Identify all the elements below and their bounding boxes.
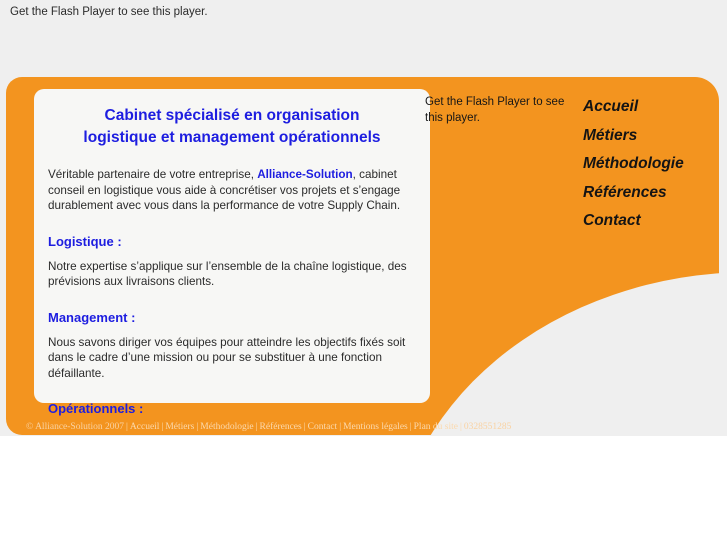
card-intro-paragraph: Véritable partenaire de votre entreprise…: [48, 167, 416, 214]
footer-link-accueil[interactable]: Accueil: [130, 422, 160, 432]
footer-link-mentions-legales[interactable]: Mentions légales: [343, 422, 408, 432]
footer-copyright: © Alliance-Solution 2007: [26, 422, 124, 432]
card-title-line-1: Cabinet spécialisé en organisation: [104, 107, 360, 124]
subheading-management: Management :: [48, 309, 136, 325]
footer-link-references[interactable]: Références: [260, 422, 302, 432]
flash-player-notice-mid: Get the Flash Player to see this player.: [425, 96, 565, 124]
footer-phone: 0328551285: [463, 422, 512, 432]
flash-player-notice-top: Get the Flash Player to see this player.: [10, 6, 208, 18]
footer-link-metiers[interactable]: Métiers: [165, 422, 194, 432]
content-card: Cabinet spécialisé en organisation logis…: [34, 89, 430, 416]
alliance-solution-link[interactable]: Alliance-Solution: [257, 168, 352, 181]
main-navigation: Accueil Métiers Méthodologie Références …: [583, 93, 723, 236]
card-intro-before: Véritable partenaire de votre entreprise…: [48, 168, 258, 181]
nav-item-accueil[interactable]: Accueil: [583, 93, 723, 122]
footer-link-contact[interactable]: Contact: [308, 422, 338, 432]
paragraph-management: Nous savons diriger vos équipes pour att…: [48, 335, 406, 380]
page-root: Get the Flash Player to see this player.…: [0, 0, 727, 545]
subheading-logistique: Logistique :: [48, 233, 122, 249]
nav-item-methodologie[interactable]: Méthodologie: [583, 150, 723, 179]
subheading-operationnels: Opérationnels :: [48, 401, 144, 416]
footer-link-plan-du-site[interactable]: Plan du site: [414, 422, 458, 432]
footer-link-methodologie[interactable]: Méthodologie: [200, 422, 253, 432]
nav-item-contact[interactable]: Contact: [583, 207, 723, 236]
card-title: Cabinet spécialisé en organisation logis…: [48, 105, 416, 149]
card-title-line-2: logistique et management opérationnels: [83, 129, 381, 146]
nav-item-references[interactable]: Références: [583, 179, 723, 208]
nav-item-metiers[interactable]: Métiers: [583, 122, 723, 151]
footer: © Alliance-Solution 2007 | Accueil | Métiers…: [26, 421, 716, 433]
paragraph-logistique: Notre expertise s’applique sur l’ensembl…: [48, 259, 407, 289]
